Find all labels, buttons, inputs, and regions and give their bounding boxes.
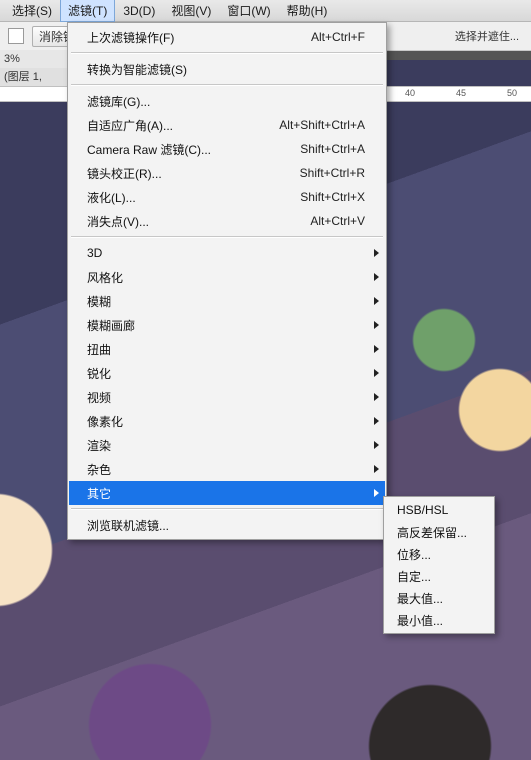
menu-item[interactable]: 消失点(V)... Alt+Ctrl+V <box>69 209 385 233</box>
chevron-right-icon <box>374 249 379 257</box>
zoom-text: 3% <box>4 53 20 65</box>
menu-item-label: 自适应广角(A)... <box>87 117 249 134</box>
menu-item[interactable]: 视频 <box>69 385 385 409</box>
menu-item[interactable]: 转换为智能滤镜(S) <box>69 57 385 81</box>
menu-item[interactable]: 镜头校正(R)... Shift+Ctrl+R <box>69 161 385 185</box>
menu-label: 视图(V) <box>171 4 211 18</box>
menu-filter[interactable]: 滤镜(T) <box>60 0 115 22</box>
submenu-item-label: 高反差保留... <box>397 524 479 541</box>
menu-item[interactable]: 渲染 <box>69 433 385 457</box>
menu-item-label: 镜头校正(R)... <box>87 165 270 182</box>
menu-item[interactable]: 上次滤镜操作(F) Alt+Ctrl+F <box>69 25 385 49</box>
layer-text: (图层 1, <box>4 71 42 83</box>
menu-label: 3D(D) <box>123 4 155 18</box>
menu-item-label: 扭曲 <box>87 341 365 358</box>
menu-item-label: Camera Raw 滤镜(C)... <box>87 141 270 158</box>
ruler-tick: 50 <box>507 88 517 98</box>
submenu-item[interactable]: 高反差保留... <box>385 521 493 543</box>
menu-label: 帮助(H) <box>287 4 328 18</box>
menu-item-label: 视频 <box>87 389 365 406</box>
zoom-indicator: 3% <box>0 50 72 68</box>
menu-item[interactable]: 滤镜库(G)... <box>69 89 385 113</box>
menu-item-shortcut: Alt+Ctrl+V <box>310 214 365 228</box>
chevron-right-icon <box>374 345 379 353</box>
menu-item[interactable]: 模糊画廊 <box>69 313 385 337</box>
menu-item-shortcut: Shift+Ctrl+A <box>300 142 365 156</box>
chevron-right-icon <box>374 417 379 425</box>
menu-separator <box>71 508 383 510</box>
menu-label: 滤镜(T) <box>68 4 107 18</box>
menu-item-label: 消失点(V)... <box>87 213 280 230</box>
menu-item[interactable]: Camera Raw 滤镜(C)... Shift+Ctrl+A <box>69 137 385 161</box>
menu-item-label: 其它 <box>87 485 365 502</box>
menu-select[interactable]: 选择(S) <box>4 0 60 22</box>
menu-item-label: 杂色 <box>87 461 365 478</box>
chevron-right-icon <box>374 393 379 401</box>
menu-item[interactable]: 扭曲 <box>69 337 385 361</box>
menu-item-label: 3D <box>87 246 365 260</box>
menu-item[interactable]: 浏览联机滤镜... <box>69 513 385 537</box>
menu-item-shortcut: Shift+Ctrl+X <box>300 190 365 204</box>
submenu-item-label: 自定... <box>397 568 479 585</box>
chevron-right-icon <box>374 273 379 281</box>
menu-separator <box>71 52 383 54</box>
menu-item[interactable]: 锐化 <box>69 361 385 385</box>
menu-item-label: 模糊画廊 <box>87 317 365 334</box>
menu-item[interactable]: 自适应广角(A)... Alt+Shift+Ctrl+A <box>69 113 385 137</box>
menu-item-label: 浏览联机滤镜... <box>87 517 365 534</box>
menu-item[interactable]: 3D <box>69 241 385 265</box>
menu-item-shortcut: Alt+Ctrl+F <box>311 30 365 44</box>
menu-item-label: 模糊 <box>87 293 365 310</box>
menu-item[interactable]: 杂色 <box>69 457 385 481</box>
menu-item-label: 风格化 <box>87 269 365 286</box>
menu-item-shortcut: Alt+Shift+Ctrl+A <box>279 118 365 132</box>
submenu-item-label: HSB/HSL <box>397 503 479 517</box>
menu-item-label: 液化(L)... <box>87 189 270 206</box>
menu-item-label: 上次滤镜操作(F) <box>87 29 281 46</box>
menu-separator <box>71 84 383 86</box>
menu-item[interactable]: 风格化 <box>69 265 385 289</box>
menu-item[interactable]: 像素化 <box>69 409 385 433</box>
menu-label: 选择(S) <box>12 4 52 18</box>
menu-item[interactable]: 液化(L)... Shift+Ctrl+X <box>69 185 385 209</box>
chevron-right-icon <box>374 441 379 449</box>
ruler-tick: 45 <box>456 88 466 98</box>
submenu-item-label: 最小值... <box>397 612 479 629</box>
chevron-right-icon <box>374 297 379 305</box>
chevron-right-icon <box>374 321 379 329</box>
menu-item-label: 锐化 <box>87 365 365 382</box>
ruler-tick: 40 <box>405 88 415 98</box>
tool-preset-swatch[interactable] <box>8 28 24 44</box>
menu-3d[interactable]: 3D(D) <box>115 1 163 21</box>
filter-menu: 上次滤镜操作(F) Alt+Ctrl+F 转换为智能滤镜(S) 滤镜库(G)... 自适… <box>67 22 387 540</box>
menu-separator <box>71 236 383 238</box>
filter-other-submenu: HSB/HSL 高反差保留... 位移... 自定... 最大值... 最小值... <box>383 496 495 634</box>
menu-item-shortcut: Shift+Ctrl+R <box>300 166 365 180</box>
submenu-item[interactable]: 自定... <box>385 565 493 587</box>
menu-window[interactable]: 窗口(W) <box>219 0 278 22</box>
menu-item-label: 转换为智能滤镜(S) <box>87 61 365 78</box>
chevron-right-icon <box>374 489 379 497</box>
menu-item-label: 渲染 <box>87 437 365 454</box>
menu-label: 窗口(W) <box>227 4 270 18</box>
submenu-item[interactable]: HSB/HSL <box>385 499 493 521</box>
menu-item[interactable]: 其它 <box>69 481 385 505</box>
chevron-right-icon <box>374 369 379 377</box>
submenu-item[interactable]: 最小值... <box>385 609 493 631</box>
menu-item-label: 滤镜库(G)... <box>87 93 365 110</box>
menubar: 选择(S) 滤镜(T) 3D(D) 视图(V) 窗口(W) 帮助(H) <box>0 0 531 22</box>
submenu-item-label: 最大值... <box>397 590 479 607</box>
menu-help[interactable]: 帮助(H) <box>279 0 336 22</box>
menu-item[interactable]: 模糊 <box>69 289 385 313</box>
menu-view[interactable]: 视图(V) <box>163 0 219 22</box>
chevron-right-icon <box>374 465 379 473</box>
submenu-item-label: 位移... <box>397 546 479 563</box>
select-and-mask-hint[interactable]: 选择并遮住... <box>455 28 519 44</box>
menu-item-label: 像素化 <box>87 413 365 430</box>
submenu-item[interactable]: 位移... <box>385 543 493 565</box>
submenu-item[interactable]: 最大值... <box>385 587 493 609</box>
layer-indicator: (图层 1, <box>0 68 72 86</box>
